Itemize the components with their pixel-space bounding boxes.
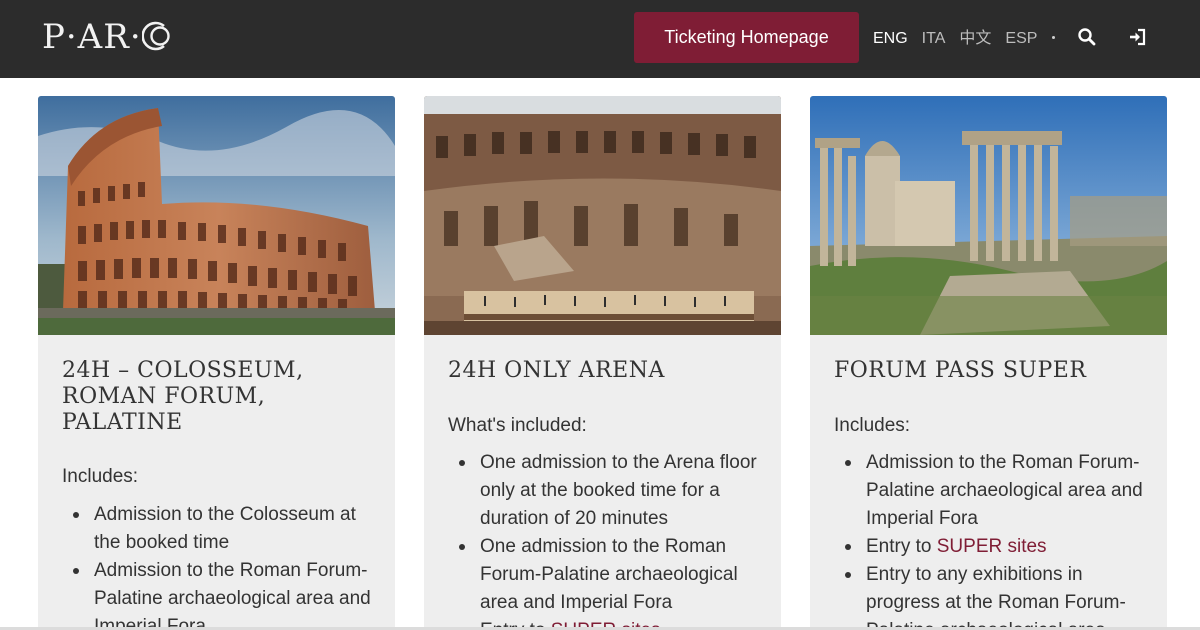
- list-item: Entry to any exhibitions in progress at …: [845, 561, 1156, 630]
- ticket-card-colosseum[interactable]: 24H – COLOSSEUM, ROMAN FORUM, PALATINE I…: [38, 96, 395, 630]
- search-icon[interactable]: [1076, 26, 1098, 48]
- included-list: Admission to the Colosseum at the booked…: [73, 501, 384, 630]
- card-title: 24H ONLY ARENA: [448, 358, 665, 383]
- included-list: Admission to the Roman Forum-Palatine ar…: [845, 449, 1156, 630]
- list-item: Entry to SUPER sites: [845, 533, 1156, 561]
- site-header: P·AR· Ticketing Homepage ENG ITA 中文 ESP: [0, 0, 1200, 78]
- logo-text: P·AR·: [42, 17, 142, 57]
- ticket-card-forum-pass[interactable]: FORUM PASS SUPER Includes: Admission to …: [810, 96, 1167, 630]
- ticket-card-arena[interactable]: 24H ONLY ARENA What's included: One admi…: [424, 96, 781, 630]
- list-item: Admission to the Colosseum at the booked…: [73, 501, 384, 557]
- super-sites-link[interactable]: SUPER sites: [937, 536, 1047, 557]
- card-subheading: Includes:: [62, 466, 139, 487]
- lang-eng[interactable]: ENG: [873, 28, 908, 50]
- lang-zh[interactable]: 中文: [959, 28, 991, 50]
- list-item-text: Entry to: [866, 536, 937, 557]
- list-item: Admission to the Roman Forum-Palatine ar…: [845, 449, 1156, 533]
- list-item: One admission to the Roman Forum-Palatin…: [459, 533, 770, 617]
- included-list: One admission to the Arena floor only at…: [459, 449, 770, 630]
- card-title: 24H – COLOSSEUM, ROMAN FORUM, PALATINE: [62, 358, 304, 435]
- lang-esp[interactable]: ESP: [1005, 28, 1037, 50]
- list-item: One admission to the Arena floor only at…: [459, 449, 770, 533]
- login-icon[interactable]: [1127, 26, 1149, 48]
- ticketing-homepage-button[interactable]: Ticketing Homepage: [634, 12, 859, 63]
- card-subheading: What's included:: [448, 415, 587, 436]
- card-subheading: Includes:: [834, 415, 911, 436]
- list-item: Admission to the Roman Forum-Palatine ar…: [73, 557, 384, 630]
- roman-forum-photo: [810, 96, 1167, 335]
- card-title: FORUM PASS SUPER: [834, 358, 1087, 383]
- language-switcher: ENG ITA 中文 ESP: [873, 28, 1037, 50]
- logo-co-monogram: [141, 17, 172, 53]
- parco-logo[interactable]: P·AR·: [42, 17, 172, 57]
- arena-photo: [424, 96, 781, 335]
- colosseum-photo: [38, 96, 395, 335]
- lang-ita[interactable]: ITA: [922, 28, 946, 50]
- separator-dot: [1052, 36, 1055, 39]
